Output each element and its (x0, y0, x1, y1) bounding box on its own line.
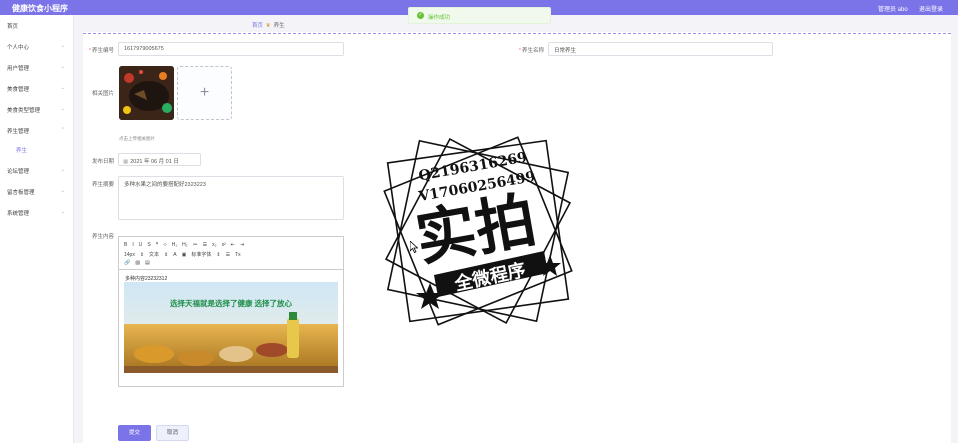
leaf-icon: ❦ (266, 23, 271, 29)
date-label: 发布日期 (91, 159, 114, 165)
chevron-down-icon: ⌄ (60, 106, 65, 112)
sidebar-item-food-type[interactable]: 美食类型管理 ⌄ (7, 106, 69, 114)
outdent-icon[interactable]: ⇤ (231, 242, 235, 248)
date-picker[interactable]: ▦ 2021 年 06 月 01 日 (118, 153, 201, 166)
editor-content-text: 多种内容23232312 (125, 276, 168, 282)
sidebar-item-label: 养生管理 (7, 129, 30, 135)
strike-icon[interactable]: S (147, 242, 150, 248)
calendar-icon: ▦ (123, 159, 129, 165)
chevron-down-icon: ⌄ (60, 64, 65, 70)
font-size-select[interactable]: 14px (124, 252, 135, 258)
toast-message: 操作成功 (428, 15, 451, 21)
subscript-icon[interactable]: x₂ (212, 242, 216, 248)
quote-icon[interactable]: ❞ (156, 242, 159, 248)
sidebar-item-forum[interactable]: 论坛管理 ⌄ (7, 167, 69, 175)
chevron-down-icon: ⌄ (60, 85, 65, 91)
image-label: 相关图片 (91, 91, 114, 97)
superscript-icon[interactable]: x² (222, 242, 226, 248)
admin-label: 管理员 abo (878, 7, 908, 13)
sidebar-item-label: 个人中心 (7, 45, 30, 51)
sidebar-item-label: 首页 (7, 24, 19, 30)
video-icon[interactable]: ▤ (145, 260, 150, 266)
divider (83, 33, 951, 34)
h2-icon[interactable]: H₂ (182, 242, 188, 248)
ordered-list-icon[interactable]: ≔ (193, 242, 198, 248)
sidebar-item-messages[interactable]: 留言板管理 ⌄ (7, 188, 69, 196)
code-input[interactable]: 1617979005675 (118, 42, 344, 56)
sidebar-subitem-health[interactable]: 养生 (16, 146, 27, 154)
chevron-updown-icon: ⇕ (164, 252, 169, 258)
sidebar-item-system[interactable]: 系统管理 ⌄ (7, 209, 69, 217)
name-input[interactable]: 日常养生 (548, 42, 773, 56)
sidebar: 首页 个人中心 ⌄ 用户管理 ⌄ 美食管理 ⌄ 美食类型管理 ⌄ 养生管理 ⌃ 养生 论坛… (0, 15, 74, 443)
name-label: *养生名称 (513, 46, 544, 54)
image-icon[interactable]: ▨ (135, 260, 140, 266)
chevron-down-icon: ⌄ (60, 188, 65, 194)
toolbar-row-1: B I U S ❞ ‹› H₁ H₂ ≔ ☰ x₂ x² ⇤ ⇥ (124, 242, 249, 248)
sidebar-item-profile[interactable]: 个人中心 ⌄ (7, 43, 69, 51)
sidebar-item-food[interactable]: 美食管理 ⌄ (7, 85, 69, 93)
app-title: 健康饮食小程序 (12, 4, 68, 13)
upload-hint: 点击上传相关图片 (119, 136, 155, 141)
font-family-select[interactable]: 标准字体 (191, 252, 211, 258)
sidebar-item-label: 美食类型管理 (7, 108, 41, 114)
sidebar-item-label: 用户管理 (7, 66, 30, 72)
chevron-down-icon: ⌄ (60, 209, 65, 215)
logout-button[interactable]: 退出登录 (919, 4, 943, 13)
toolbar-row-2: 14px ⇕ 文本 ⇕ A ▣ 标准字体 ⇕ ☰ Tx (124, 251, 246, 258)
code-icon[interactable]: ‹› (163, 242, 166, 248)
sidebar-item-home[interactable]: 首页 (7, 22, 69, 30)
summary-textarea[interactable]: 多种水果之间的要搭配好2323223 (118, 176, 344, 220)
editor-toolbar: B I U S ❞ ‹› H₁ H₂ ≔ ☰ x₂ x² ⇤ ⇥ 14px ⇕ 文本 ⇕ A ▣ 标准字体 ⇕ ☰ Tx 🔗… (119, 237, 343, 270)
italic-icon[interactable]: I (132, 242, 133, 248)
sidebar-item-label: 论坛管理 (7, 169, 30, 175)
breadcrumb: 首页 ❦ 养生 (252, 21, 285, 29)
chevron-down-icon: ⌄ (60, 167, 65, 173)
underline-icon[interactable]: U (139, 242, 143, 248)
chevron-updown-icon: ⇕ (139, 252, 145, 258)
summary-label: 养生摘要 (91, 182, 114, 188)
code-label-text: 养生编号 (91, 48, 114, 54)
indent-icon[interactable]: ⇥ (240, 242, 244, 248)
cancel-button[interactable]: 取消 (156, 425, 189, 441)
rich-text-editor[interactable]: B I U S ❞ ‹› H₁ H₂ ≔ ☰ x₂ x² ⇤ ⇥ 14px ⇕ 文本 ⇕ A ▣ 标准字体 ⇕ ☰ Tx 🔗… (118, 236, 344, 387)
bullet-list-icon[interactable]: ☰ (203, 242, 207, 248)
link-icon[interactable]: 🔗 (124, 260, 130, 266)
chevron-down-icon: ⌄ (60, 43, 65, 49)
align-icon[interactable]: ☰ (226, 252, 230, 258)
code-label: *养生编号 (84, 46, 114, 54)
sidebar-item-label: 留言板管理 (7, 190, 35, 196)
clear-format-icon[interactable]: Tx (235, 252, 241, 258)
submit-button[interactable]: 提交 (118, 425, 151, 441)
success-toast: ✓ 操作成功 (408, 7, 551, 24)
sidebar-item-users[interactable]: 用户管理 ⌄ (7, 64, 69, 72)
banner-text: 选择天福就是选择了健康 选择了放心 (169, 299, 293, 308)
watermark-stamp: Q2196316269 V17060256499 实拍 全微程序 (372, 125, 584, 337)
sidebar-item-health[interactable]: 养生管理 ⌃ (7, 127, 69, 135)
required-mark: * (88, 48, 91, 54)
sidebar-item-label: 美食管理 (7, 87, 30, 93)
breadcrumb-current: 养生 (273, 23, 285, 29)
background-color-icon[interactable]: ▣ (182, 252, 187, 258)
toolbar-row-3: 🔗 ▨ ▤ (124, 260, 155, 266)
content-banner-image: 选择天福就是选择了健康 选择了放心 (124, 282, 338, 373)
date-value: 2021 年 06 月 01 日 (130, 159, 179, 165)
check-circle-icon: ✓ (417, 12, 424, 19)
mouse-cursor-icon (409, 240, 419, 255)
required-mark: * (518, 48, 521, 54)
font-color-icon[interactable]: A (173, 252, 176, 258)
content-label: 养生内容 (91, 234, 114, 240)
bold-icon[interactable]: B (124, 242, 127, 248)
breadcrumb-home[interactable]: 首页 (252, 23, 263, 29)
name-label-text: 养生名称 (521, 48, 544, 54)
uploaded-image[interactable] (119, 66, 174, 120)
chevron-updown-icon: ⇕ (216, 252, 221, 258)
chevron-up-icon: ⌃ (60, 127, 65, 133)
upload-add-button[interactable]: + (177, 66, 232, 120)
sidebar-item-label: 系统管理 (7, 211, 30, 217)
header-select[interactable]: 文本 (149, 252, 159, 258)
h1-icon[interactable]: H₁ (172, 242, 177, 248)
